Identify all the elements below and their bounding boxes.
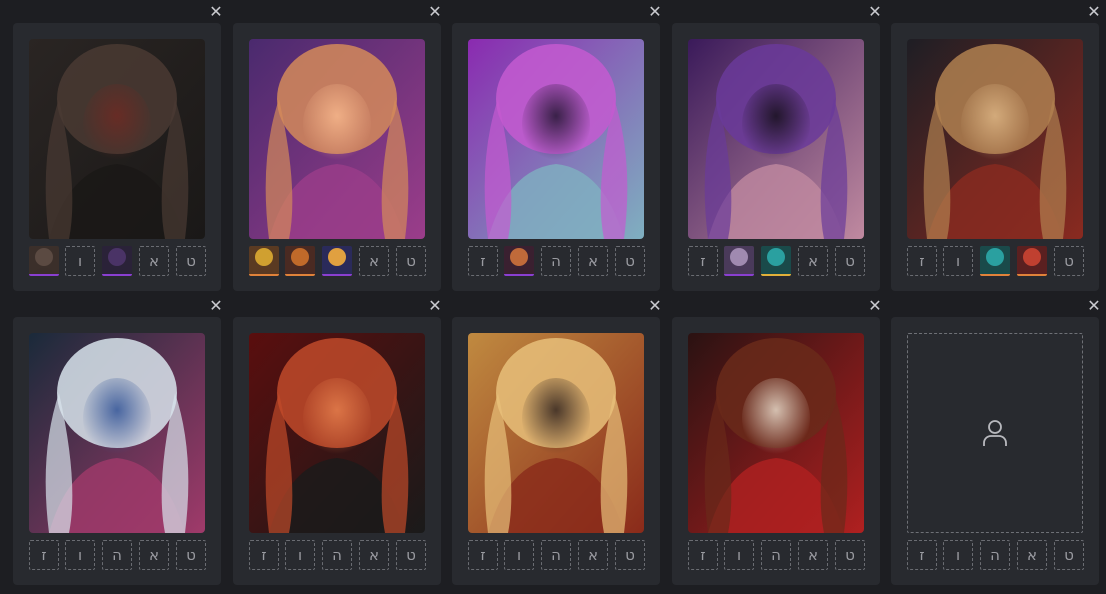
empty-equipment-slot[interactable]: ו — [285, 540, 315, 570]
close-icon[interactable]: ✕ — [427, 298, 443, 314]
empty-equipment-slot[interactable]: ז — [249, 540, 279, 570]
empty-equipment-slot[interactable]: ו — [504, 540, 534, 570]
equipment-slots: זו ט — [907, 246, 1084, 276]
close-icon[interactable]: ✕ — [208, 4, 224, 20]
equipment-slots: ז אט — [688, 246, 865, 276]
equipment-slots: זוהאט — [468, 540, 645, 570]
empty-equipment-slot[interactable]: ה — [761, 540, 791, 570]
empty-equipment-slot[interactable]: ט — [835, 246, 865, 276]
equipment-slots: ז האט — [468, 246, 645, 276]
character-card: זוהאט — [233, 317, 441, 585]
equipped-slot-thumbnail[interactable] — [1017, 246, 1047, 276]
character-card: אט — [233, 23, 441, 291]
close-icon[interactable]: ✕ — [867, 4, 883, 20]
close-icon[interactable]: ✕ — [427, 4, 443, 20]
character-card: זוהאט — [891, 317, 1099, 585]
empty-equipment-slot[interactable]: א — [359, 246, 389, 276]
equipped-slot-thumbnail[interactable] — [724, 246, 754, 276]
character-portrait[interactable] — [249, 39, 425, 239]
close-icon[interactable]: ✕ — [647, 298, 663, 314]
empty-equipment-slot[interactable]: ט — [615, 540, 645, 570]
empty-equipment-slot[interactable]: ז — [688, 540, 718, 570]
empty-equipment-slot[interactable]: ט — [396, 540, 426, 570]
character-portrait[interactable] — [468, 39, 644, 239]
character-portrait[interactable] — [907, 39, 1083, 239]
close-icon[interactable]: ✕ — [867, 298, 883, 314]
character-card: ו אט — [13, 23, 221, 291]
character-card: זו ט — [891, 23, 1099, 291]
character-portrait[interactable] — [29, 39, 205, 239]
equipment-slots: זוהאט — [29, 540, 206, 570]
character-portrait[interactable] — [688, 333, 864, 533]
empty-equipment-slot[interactable]: א — [798, 246, 828, 276]
empty-equipment-slot[interactable]: ט — [176, 540, 206, 570]
empty-equipment-slot[interactable]: ז — [468, 540, 498, 570]
empty-equipment-slot[interactable]: ט — [615, 246, 645, 276]
equipped-slot-thumbnail[interactable] — [285, 246, 315, 276]
character-card: זוהאט — [452, 317, 660, 585]
empty-equipment-slot[interactable]: ה — [541, 246, 571, 276]
close-icon[interactable]: ✕ — [1086, 4, 1102, 20]
empty-equipment-slot[interactable]: א — [1017, 540, 1047, 570]
empty-equipment-slot[interactable]: ו — [65, 246, 95, 276]
empty-equipment-slot[interactable]: ה — [322, 540, 352, 570]
character-card: ז האט — [452, 23, 660, 291]
empty-equipment-slot[interactable]: א — [139, 540, 169, 570]
close-icon[interactable]: ✕ — [1086, 298, 1102, 314]
close-icon[interactable]: ✕ — [647, 4, 663, 20]
empty-equipment-slot[interactable]: ה — [541, 540, 571, 570]
empty-equipment-slot[interactable]: ה — [980, 540, 1010, 570]
character-portrait[interactable] — [29, 333, 205, 533]
character-portrait[interactable] — [688, 39, 864, 239]
empty-equipment-slot[interactable]: א — [139, 246, 169, 276]
equipment-slots: זוהאט — [249, 540, 426, 570]
equipment-slots: ו אט — [29, 246, 206, 276]
equipped-slot-thumbnail[interactable] — [29, 246, 59, 276]
empty-equipment-slot[interactable]: ו — [724, 540, 754, 570]
empty-equipment-slot[interactable]: ו — [943, 246, 973, 276]
close-icon[interactable]: ✕ — [208, 298, 224, 314]
empty-equipment-slot[interactable]: ט — [835, 540, 865, 570]
empty-equipment-slot[interactable]: א — [798, 540, 828, 570]
character-card: זוהאט — [13, 317, 221, 585]
empty-equipment-slot[interactable]: ט — [1054, 246, 1084, 276]
equipped-slot-thumbnail[interactable] — [249, 246, 279, 276]
equipped-slot-thumbnail[interactable] — [504, 246, 534, 276]
empty-equipment-slot[interactable]: ז — [907, 246, 937, 276]
empty-equipment-slot[interactable]: ט — [1054, 540, 1084, 570]
empty-equipment-slot[interactable]: א — [359, 540, 389, 570]
character-portrait[interactable] — [249, 333, 425, 533]
character-card: זוהאט — [672, 317, 880, 585]
equipment-slots: אט — [249, 246, 426, 276]
empty-equipment-slot[interactable]: ט — [176, 246, 206, 276]
equipped-slot-thumbnail[interactable] — [102, 246, 132, 276]
empty-equipment-slot[interactable]: ו — [65, 540, 95, 570]
equipment-slots: זוהאט — [907, 540, 1084, 570]
empty-equipment-slot[interactable]: ז — [907, 540, 937, 570]
empty-equipment-slot[interactable]: ז — [468, 246, 498, 276]
empty-equipment-slot[interactable]: ז — [29, 540, 59, 570]
empty-equipment-slot[interactable]: א — [578, 540, 608, 570]
equipment-slots: זוהאט — [688, 540, 865, 570]
empty-equipment-slot[interactable]: ט — [396, 246, 426, 276]
character-portrait[interactable] — [468, 333, 644, 533]
equipped-slot-thumbnail[interactable] — [980, 246, 1010, 276]
equipped-slot-thumbnail[interactable] — [761, 246, 791, 276]
equipped-slot-thumbnail[interactable] — [322, 246, 352, 276]
character-card: ז אט — [672, 23, 880, 291]
empty-equipment-slot[interactable]: ו — [943, 540, 973, 570]
empty-portrait-slot[interactable] — [907, 333, 1083, 533]
empty-equipment-slot[interactable]: ה — [102, 540, 132, 570]
empty-equipment-slot[interactable]: א — [578, 246, 608, 276]
empty-equipment-slot[interactable]: ז — [688, 246, 718, 276]
